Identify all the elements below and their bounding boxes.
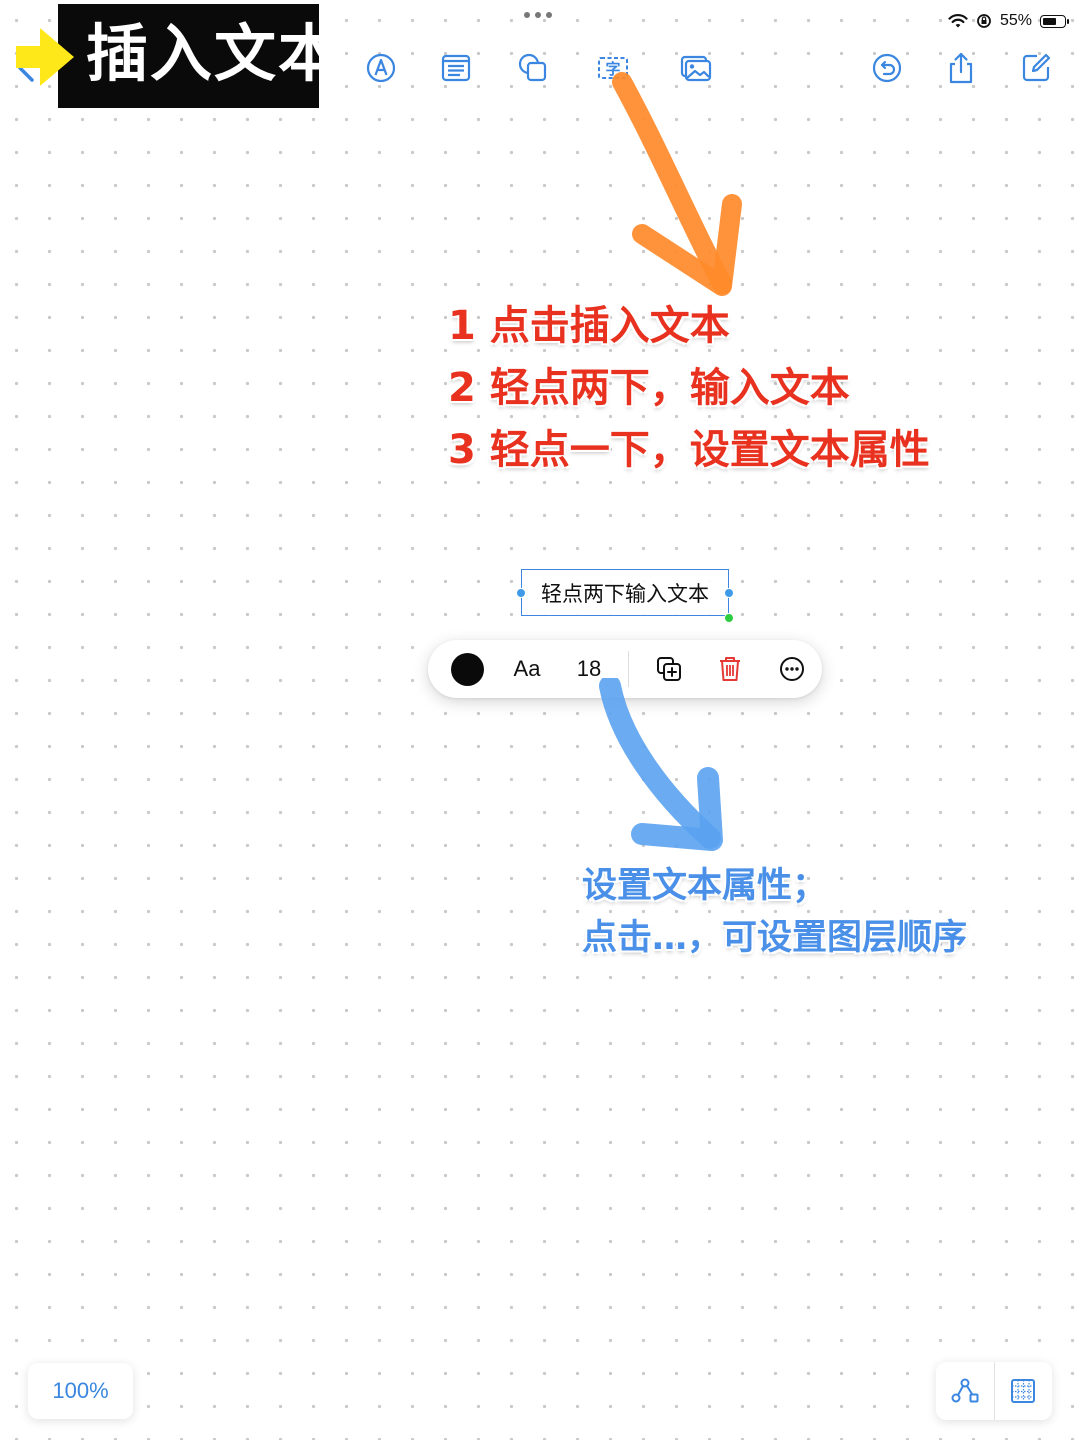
resize-handle-right[interactable] <box>724 588 734 598</box>
font-button[interactable]: Aa <box>504 640 550 698</box>
wifi-icon <box>948 14 968 28</box>
grid-icon <box>1011 1379 1036 1403</box>
share-icon <box>949 52 973 84</box>
canvas-text-box[interactable]: 轻点两下输入文本 <box>521 569 729 616</box>
pen-tool-button[interactable] <box>359 46 403 90</box>
grid-toggle-button[interactable] <box>994 1362 1052 1420</box>
note-line-2: 点击…，可设置图层顺序 <box>582 918 968 958</box>
ellipsis-circle-icon <box>780 657 804 681</box>
connector-handle[interactable] <box>724 613 734 623</box>
nodes-icon <box>951 1378 979 1403</box>
undo-button[interactable] <box>865 46 909 90</box>
orange-arrow-icon <box>612 72 742 296</box>
new-board-button[interactable] <box>1014 46 1058 90</box>
note-line-1: 设置文本属性； <box>582 866 828 906</box>
more-options-button[interactable] <box>770 640 814 698</box>
navigator-button[interactable] <box>936 1362 994 1420</box>
undo-icon <box>872 53 902 83</box>
orientation-lock-icon <box>977 14 991 28</box>
sticky-note-button[interactable] <box>434 46 478 90</box>
battery-percent: 55% <box>999 12 1032 29</box>
share-button[interactable] <box>939 46 983 90</box>
pen-icon <box>366 53 396 83</box>
banner-title: 插入文本 <box>86 17 343 90</box>
shapes-button[interactable] <box>511 46 555 90</box>
color-swatch <box>450 652 484 686</box>
blue-arrow-icon <box>599 678 723 851</box>
text-color-button[interactable] <box>446 640 488 698</box>
zoom-level: 100% <box>52 1378 109 1403</box>
bottom-right-controls <box>936 1362 1052 1420</box>
note-card-icon <box>441 54 471 82</box>
zoom-button[interactable]: 100% <box>28 1363 133 1419</box>
instruction-step-3: 3 轻点一下，设置文本属性 <box>448 427 930 473</box>
instruction-step-2: 2 轻点两下，输入文本 <box>448 365 850 411</box>
compose-icon <box>1022 53 1051 82</box>
multitask-dots[interactable] <box>524 12 552 18</box>
resize-handle-left[interactable] <box>516 588 526 598</box>
font-label: Aa <box>513 656 541 681</box>
status-bar: 55% <box>948 8 1069 34</box>
yellow-pointer-arrow-icon <box>16 28 74 86</box>
instruction-step-1: 1 点击插入文本 <box>448 303 730 349</box>
shapes-icon <box>518 53 547 82</box>
battery-icon <box>1040 14 1069 28</box>
